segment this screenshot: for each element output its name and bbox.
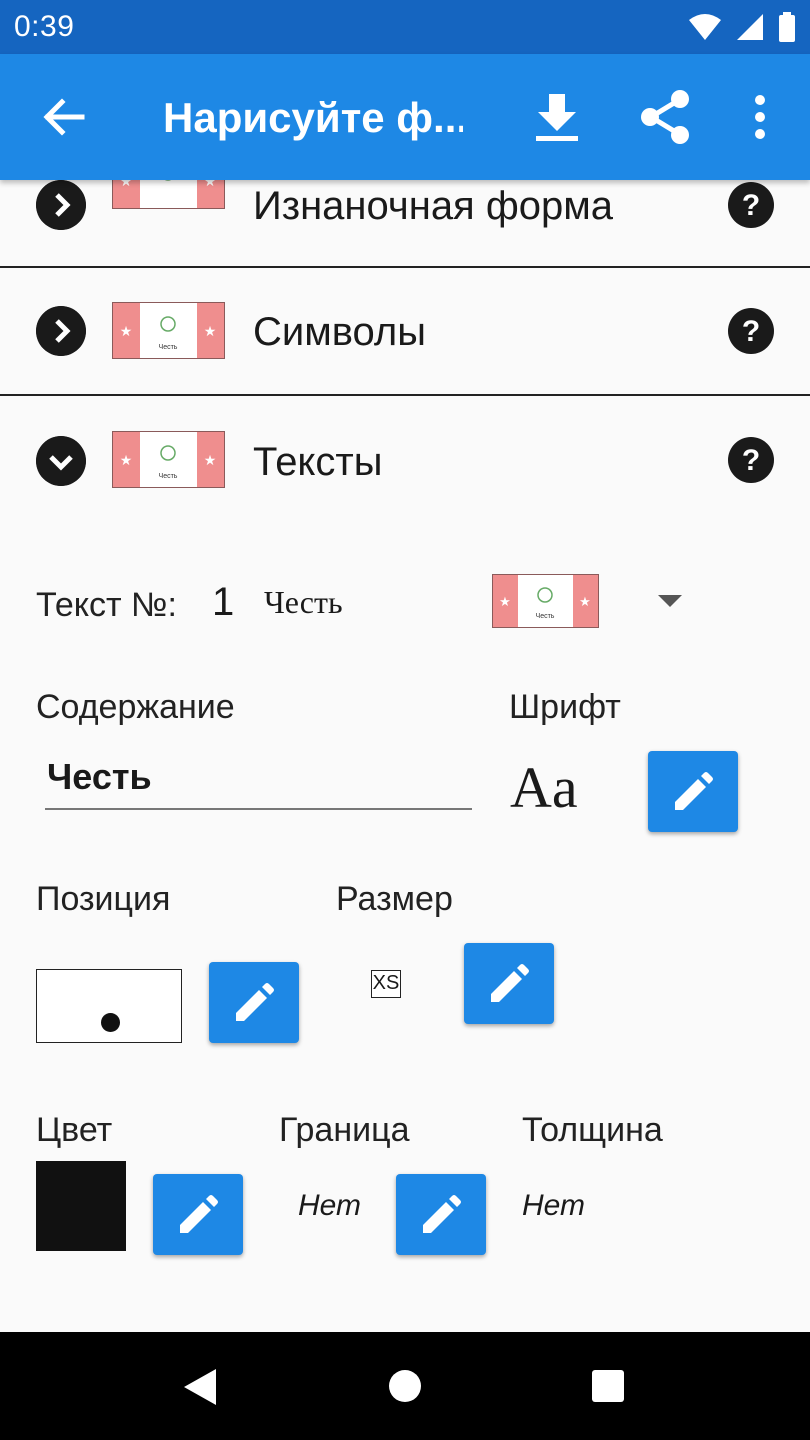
section-symbols[interactable]: ★ ★ Честь Символы ? [0, 268, 810, 394]
thickness-value: Нет [522, 1189, 586, 1222]
chevron-right-icon[interactable] [36, 306, 86, 356]
download-icon[interactable] [530, 90, 584, 144]
edit-size-button[interactable] [464, 943, 554, 1024]
svg-text:?: ? [742, 444, 760, 477]
font-preview: Aa [510, 755, 578, 820]
position-preview [36, 969, 182, 1043]
size-label: Размер [336, 880, 453, 918]
thumb-caption: Честь [159, 344, 178, 351]
svg-text:★: ★ [204, 452, 217, 468]
nav-back-icon[interactable] [182, 1368, 218, 1406]
border-label: Граница [279, 1111, 410, 1149]
text-name: Честь [264, 584, 343, 620]
battery-icon [779, 12, 795, 42]
chevron-down-icon[interactable] [36, 436, 86, 486]
status-time: 0:39 [14, 10, 75, 43]
text-number-label: Текст №: [36, 586, 177, 624]
section-title: Тексты [253, 440, 383, 484]
text-selector-thumbnail[interactable]: ★ ★ Честь [492, 574, 599, 628]
help-icon[interactable]: ? [728, 182, 774, 228]
edit-border-button[interactable] [396, 1174, 486, 1255]
svg-text:★: ★ [499, 594, 511, 609]
pencil-icon [675, 771, 713, 810]
pencil-icon [236, 982, 274, 1021]
content-input-value: Честь [47, 756, 152, 797]
color-label: Цвет [36, 1111, 113, 1149]
position-dot [101, 1013, 120, 1032]
pencil-icon [423, 1194, 461, 1233]
section-reverse-side[interactable]: ★ ★ Изнаночная форма ? [0, 152, 810, 266]
color-swatch[interactable] [36, 1161, 126, 1251]
svg-text:★: ★ [120, 452, 133, 468]
back-arrow-icon[interactable] [38, 92, 88, 142]
help-icon[interactable]: ? [728, 437, 774, 483]
system-nav-bar [0, 1332, 810, 1440]
thumb-caption: Честь [159, 473, 178, 480]
pencil-icon [491, 963, 529, 1002]
svg-text:★: ★ [120, 323, 133, 339]
content-input[interactable]: Честь [45, 748, 472, 810]
font-label: Шрифт [509, 688, 621, 726]
position-label: Позиция [36, 880, 171, 918]
edit-position-button[interactable] [209, 962, 299, 1043]
signal-icon [737, 14, 763, 40]
edit-color-button[interactable] [153, 1174, 243, 1255]
nav-recents-icon[interactable] [591, 1369, 625, 1403]
flag-thumbnail: ★ ★ Честь [112, 431, 225, 488]
svg-text:★: ★ [204, 323, 217, 339]
help-icon[interactable]: ? [728, 308, 774, 354]
flag-thumbnail: ★ ★ Честь [112, 302, 225, 359]
nav-home-icon[interactable] [388, 1369, 422, 1403]
wifi-icon [689, 14, 721, 40]
section-texts[interactable]: ★ ★ Честь Тексты ? Текст №: 1 Честь ★ ★ Че… [0, 396, 810, 1332]
more-options-icon[interactable] [742, 90, 778, 144]
svg-text:?: ? [742, 315, 760, 348]
edit-font-button[interactable] [648, 751, 738, 832]
thumb-caption: Честь [536, 613, 555, 620]
section-title: Изнаночная форма [253, 184, 613, 228]
svg-text:★: ★ [579, 594, 591, 609]
content-label: Содержание [36, 688, 235, 726]
svg-text:?: ? [742, 189, 760, 222]
text-number: 1 [212, 580, 235, 624]
section-title: Символы [253, 310, 426, 354]
page-title: Нарисуйте ф... [163, 94, 463, 141]
border-value: Нет [298, 1189, 362, 1222]
share-icon[interactable] [636, 88, 694, 146]
chevron-right-icon[interactable] [36, 180, 86, 230]
status-icons [688, 12, 796, 42]
app-bar: Нарисуйте ф... [0, 54, 810, 180]
pencil-icon [180, 1194, 218, 1233]
dropdown-arrow-icon[interactable] [658, 594, 682, 608]
thickness-label: Толщина [522, 1111, 663, 1149]
size-preview: XS [371, 970, 401, 998]
status-bar: 0:39 [0, 0, 810, 54]
